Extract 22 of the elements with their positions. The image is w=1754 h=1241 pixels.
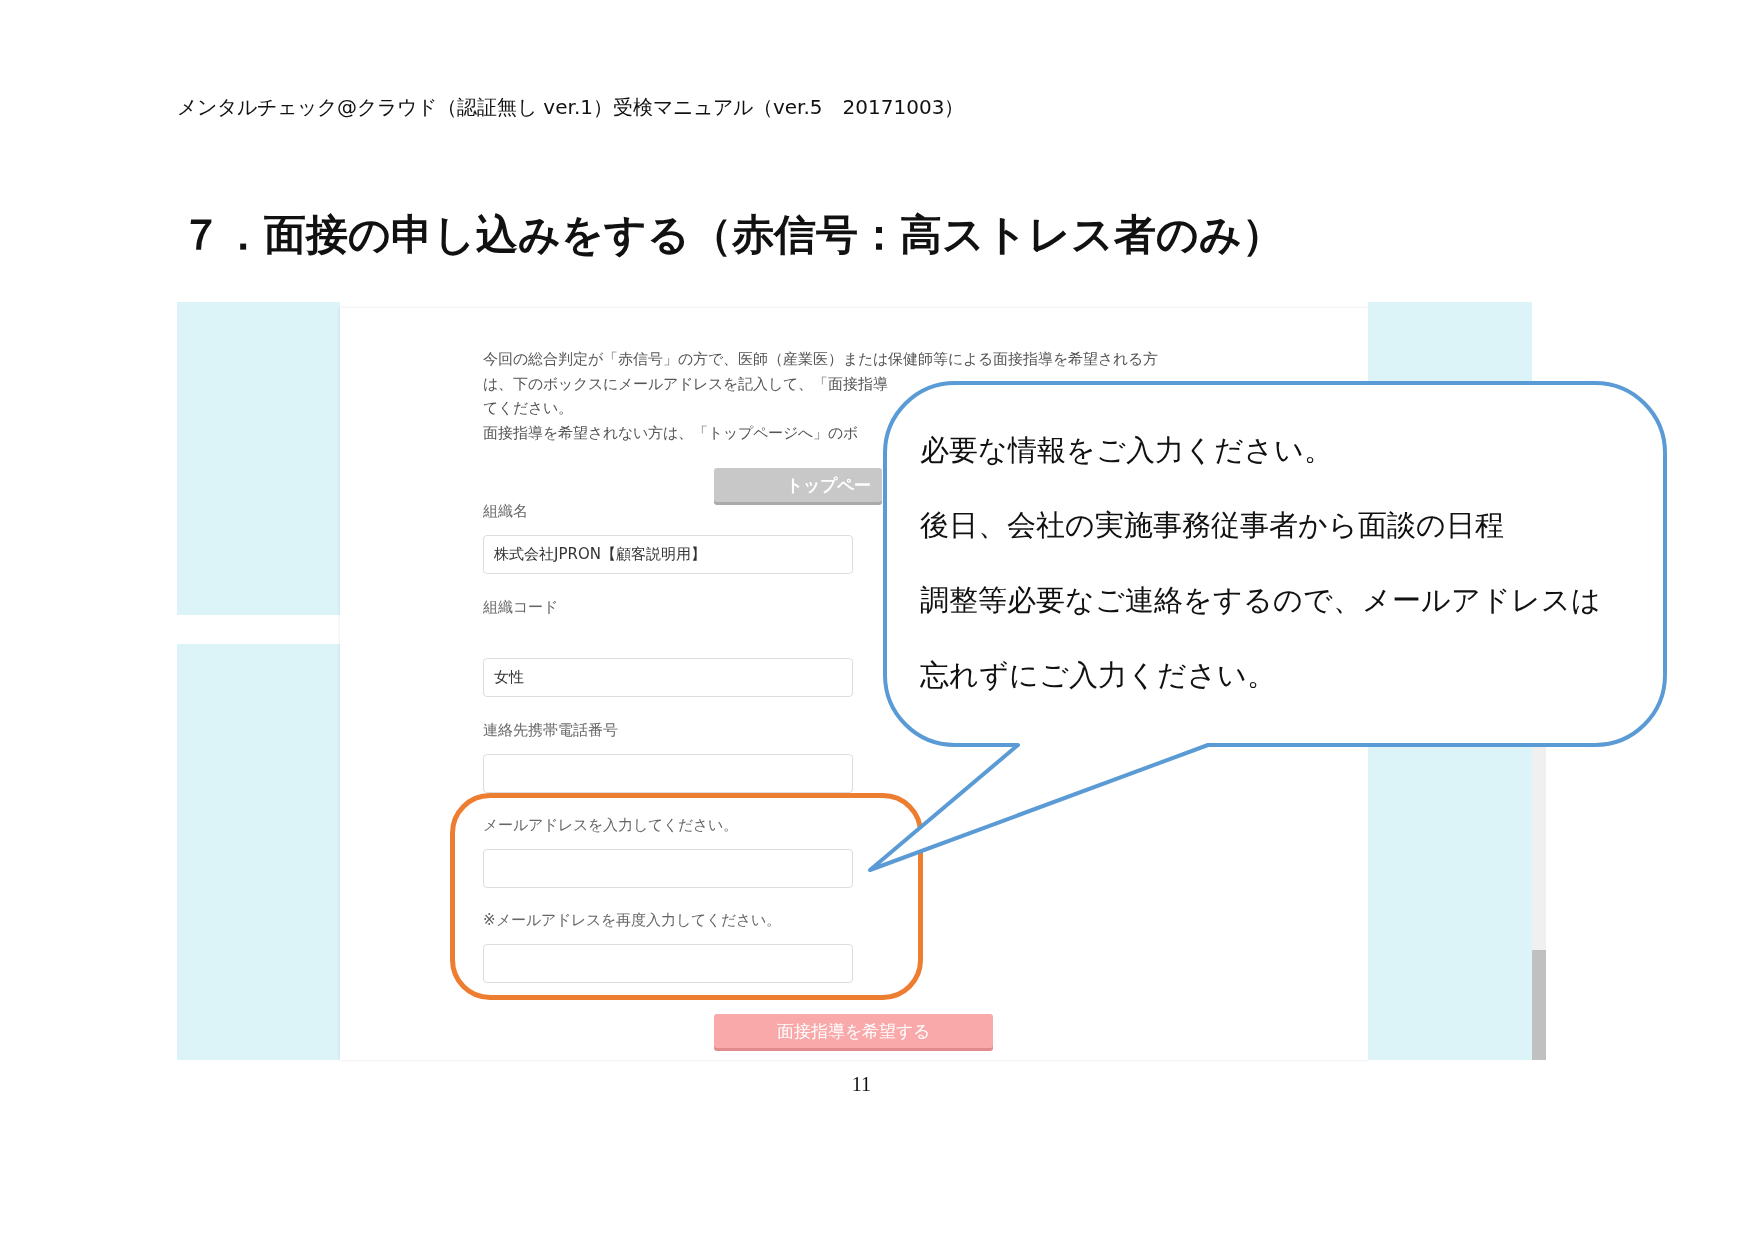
field-label: 連絡先携帯電話番号 [483, 721, 618, 740]
field-label: ※メールアドレスを再度入力してください。 [483, 911, 781, 930]
section-title: ７．面接の申し込みをする（赤信号：高ストレス者のみ） [180, 209, 1284, 261]
text-field[interactable] [483, 849, 853, 889]
page-number: 11 [850, 1072, 873, 1096]
field-label: 組織コード [483, 598, 558, 617]
scrollbar[interactable] [1532, 745, 1546, 1060]
intro-text: 面接指導を希望されない方は、「トップページへ」のボ [483, 422, 859, 444]
callout-text: 忘れずにご入力ください。 [920, 657, 1277, 694]
callout-text: 後日、会社の実施事務従事者から面談の日程 [920, 507, 1505, 544]
text-field[interactable] [483, 754, 853, 794]
callout-text: 調整等必要なご連絡をするので、メールアドレスは [920, 582, 1601, 619]
intro-text: てください。 [483, 398, 574, 420]
callout-text: 必要な情報をご入力ください。 [920, 432, 1334, 469]
document-header: メンタルチェック@クラウド（認証無し ver.1）受検マニュアル（ver.5 20171003） [177, 95, 965, 119]
intro-text: 今回の総合判定が「赤信号」の方で、医師（産業医）または保健師等による面接指導を希望される方 [483, 349, 1158, 370]
intro-text: は、下のボックスにメールアドレスを記入して、「面接指導 [483, 373, 889, 395]
field-label: 組織名 [483, 502, 528, 521]
text-field[interactable]: 株式会社JPRON【顧客説明用】 [483, 535, 853, 575]
text-field[interactable]: 女性 [483, 658, 853, 698]
field-label: メールアドレスを入力してください。 [483, 816, 738, 835]
text-field[interactable] [483, 944, 853, 984]
